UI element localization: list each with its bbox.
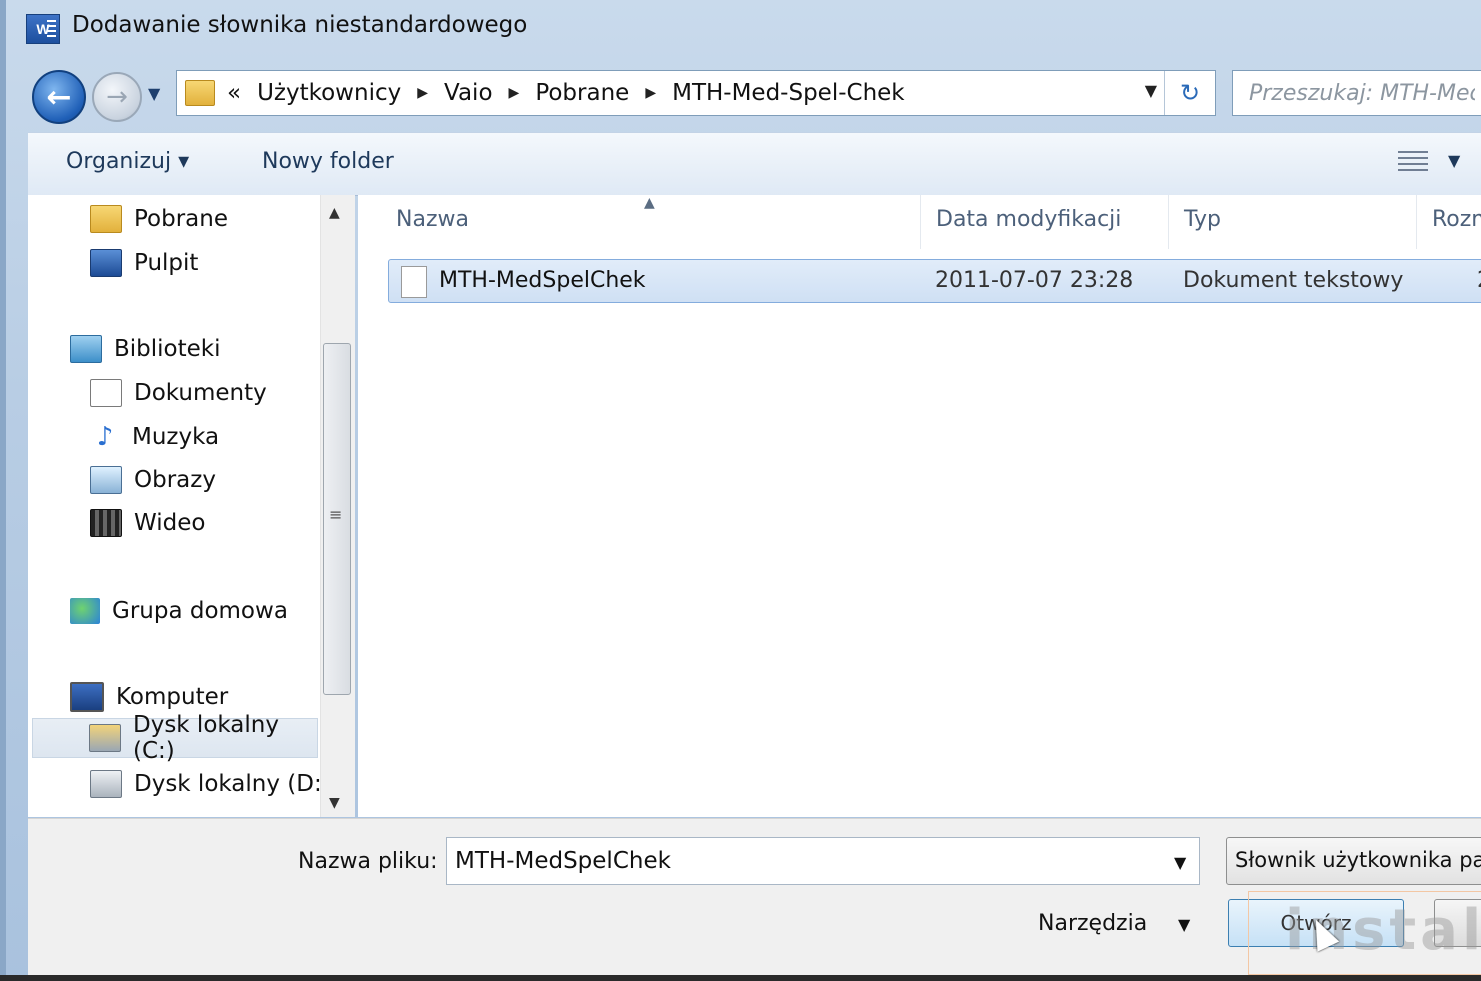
breadcrumb-chevron-icon[interactable]: ▶ [509, 85, 520, 101]
scroll-up-icon[interactable]: ▲ [329, 205, 340, 221]
refresh-button[interactable]: ↻ [1164, 71, 1215, 115]
nav-item-pobrane[interactable]: Pobrane [90, 199, 228, 239]
cancel-button[interactable] [1434, 899, 1481, 947]
file-selection-panel: Nazwa pliku: ▼ Słownik użytkownika pa Na… [28, 818, 1481, 979]
music-icon: ♪ [96, 422, 114, 452]
refresh-icon: ↻ [1179, 79, 1201, 107]
navigation-pane: Pobrane Pulpit Biblioteki Dokumenty ♪ Mu… [28, 195, 355, 817]
filename-input[interactable] [447, 838, 1199, 884]
tools-dropdown-icon[interactable]: ▼ [1178, 915, 1190, 934]
address-dropdown-icon[interactable]: ▼ [1145, 81, 1157, 100]
filename-combobox[interactable] [446, 837, 1200, 885]
sort-ascending-icon: ▲ [644, 195, 655, 211]
navigation-bar: ← → ▼ « Użytkownicy ▶ Vaio ▶ Pobrane ▶ M… [6, 62, 1481, 126]
background-strip [0, 975, 1481, 981]
back-arrow-icon: ← [46, 79, 72, 115]
nav-item-pulpit[interactable]: Pulpit [90, 243, 198, 283]
nav-item-grupa-domowa[interactable]: Grupa domowa [70, 591, 288, 631]
column-separator[interactable] [1168, 195, 1169, 249]
breadcrumb-vaio[interactable]: Vaio [444, 80, 493, 106]
file-type: Dokument tekstowy [1183, 268, 1404, 293]
breadcrumb-overflow[interactable]: « [227, 80, 241, 106]
organize-menu-button[interactable]: Organizuj ▾ [66, 149, 189, 174]
word-app-icon: W [26, 14, 60, 44]
title-bar: W Dodawanie słownika niestandardowego [6, 0, 1481, 56]
search-input[interactable] [1233, 71, 1481, 115]
command-bar: Organizuj ▾ Nowy folder ▼ [28, 132, 1481, 196]
downloads-folder-icon [90, 205, 122, 233]
documents-icon [90, 379, 122, 407]
nav-item-komputer[interactable]: Komputer [70, 677, 228, 717]
breadcrumb-chevron-icon[interactable]: ▶ [417, 85, 428, 101]
file-row[interactable]: MTH-MedSpelChek 2011-07-07 23:28 Dokumen… [388, 259, 1481, 303]
address-bar[interactable]: « Użytkownicy ▶ Vaio ▶ Pobrane ▶ MTH-Med… [176, 70, 1216, 116]
dialog-title: Dodawanie słownika niestandardowego [72, 12, 528, 38]
column-header: ▲ Nazwa Data modyfikacji Typ Rozm [358, 195, 1481, 249]
file-type-filter-select[interactable]: Słownik użytkownika pa [1226, 837, 1481, 885]
column-name[interactable]: Nazwa [396, 207, 469, 232]
tools-menu-button[interactable]: Narzędzia [1038, 911, 1147, 936]
nav-item-biblioteki[interactable]: Biblioteki [70, 329, 221, 369]
breadcrumb-mth-med-spel-chek[interactable]: MTH-Med-Spel-Chek [672, 80, 905, 106]
pictures-icon [90, 466, 122, 494]
forward-button[interactable]: → [92, 72, 142, 122]
breadcrumb-chevron-icon[interactable]: ▶ [645, 85, 656, 101]
nav-item-muzyka[interactable]: ♪ Muzyka [90, 417, 219, 457]
filename-dropdown-icon[interactable]: ▼ [1174, 853, 1186, 872]
local-disk-d-icon [90, 770, 122, 798]
view-options-icon[interactable] [1398, 151, 1428, 175]
column-separator[interactable] [1416, 195, 1417, 249]
file-list: ▲ Nazwa Data modyfikacji Typ Rozm MTH-Me… [358, 195, 1481, 817]
file-size: 2 [1477, 268, 1481, 293]
file-date: 2011-07-07 23:28 [935, 268, 1134, 293]
breadcrumb-pobrane[interactable]: Pobrane [535, 80, 629, 106]
recent-locations-dropdown-icon[interactable]: ▼ [148, 84, 160, 103]
nav-item-wideo[interactable]: Wideo [90, 503, 205, 543]
nav-item-obrazy[interactable]: Obrazy [90, 460, 216, 500]
dialog-window: W Dodawanie słownika niestandardowego ← … [0, 0, 1481, 981]
view-dropdown-icon[interactable]: ▼ [1448, 151, 1460, 170]
navigation-scrollbar[interactable]: ▲ ≡ ▼ [320, 195, 355, 817]
computer-icon [70, 682, 104, 712]
search-box[interactable] [1232, 70, 1481, 116]
nav-item-dysk-d[interactable]: Dysk lokalny (D:) [90, 764, 331, 804]
nav-item-dysk-c[interactable]: Dysk lokalny (C:) [32, 712, 318, 764]
column-separator[interactable] [920, 195, 921, 249]
column-date-modified[interactable]: Data modyfikacji [936, 207, 1121, 232]
back-button[interactable]: ← [32, 70, 86, 124]
breadcrumb-uzytkownicy[interactable]: Użytkownicy [257, 80, 401, 106]
scroll-down-icon[interactable]: ▼ [329, 795, 340, 811]
new-folder-button[interactable]: Nowy folder [262, 149, 394, 174]
desktop-icon [90, 249, 122, 277]
homegroup-icon [70, 598, 100, 624]
column-size[interactable]: Rozm [1432, 207, 1481, 232]
file-name: MTH-MedSpelChek [439, 268, 646, 293]
libraries-icon [70, 335, 102, 363]
forward-arrow-icon: → [106, 82, 128, 112]
folder-icon [185, 80, 215, 106]
column-type[interactable]: Typ [1184, 207, 1221, 232]
nav-item-dokumenty[interactable]: Dokumenty [90, 373, 267, 413]
videos-icon [90, 509, 122, 537]
local-disk-c-icon [89, 724, 121, 752]
grip-icon: ≡ [329, 505, 343, 524]
text-document-icon [401, 266, 427, 298]
filename-label: Nazwa pliku: [298, 849, 438, 874]
